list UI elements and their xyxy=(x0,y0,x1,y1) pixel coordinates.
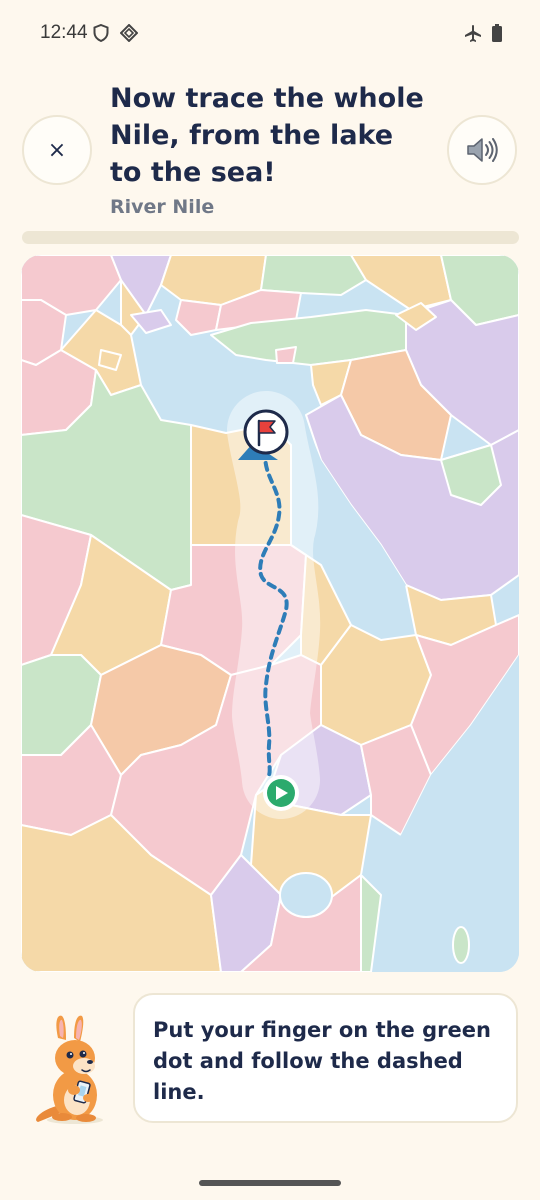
page-subtitle: River Nile xyxy=(110,196,215,218)
status-time: 12:44 xyxy=(40,22,88,43)
map-area[interactable] xyxy=(21,255,519,972)
status-bar: 12:44 xyxy=(0,0,540,68)
progress-bar xyxy=(22,231,519,244)
sound-button[interactable] xyxy=(447,115,517,185)
battery-icon xyxy=(492,24,502,42)
region-map xyxy=(21,255,519,972)
home-indicator[interactable] xyxy=(199,1180,341,1186)
speaker-icon xyxy=(467,138,498,162)
close-button[interactable]: × xyxy=(22,115,92,185)
page-title: Now trace the whole Nile, from the lake … xyxy=(110,83,424,188)
hint-card: Put your finger on the green dot and fol… xyxy=(133,993,518,1123)
close-icon: × xyxy=(47,137,67,163)
shield-icon xyxy=(93,24,109,42)
vpn-icon xyxy=(120,24,138,42)
airplane-icon xyxy=(465,25,481,42)
kangaroo-mascot xyxy=(36,1015,103,1124)
start-dot[interactable] xyxy=(263,775,299,811)
hint-text: Put your finger on the green dot and fol… xyxy=(153,1018,491,1104)
